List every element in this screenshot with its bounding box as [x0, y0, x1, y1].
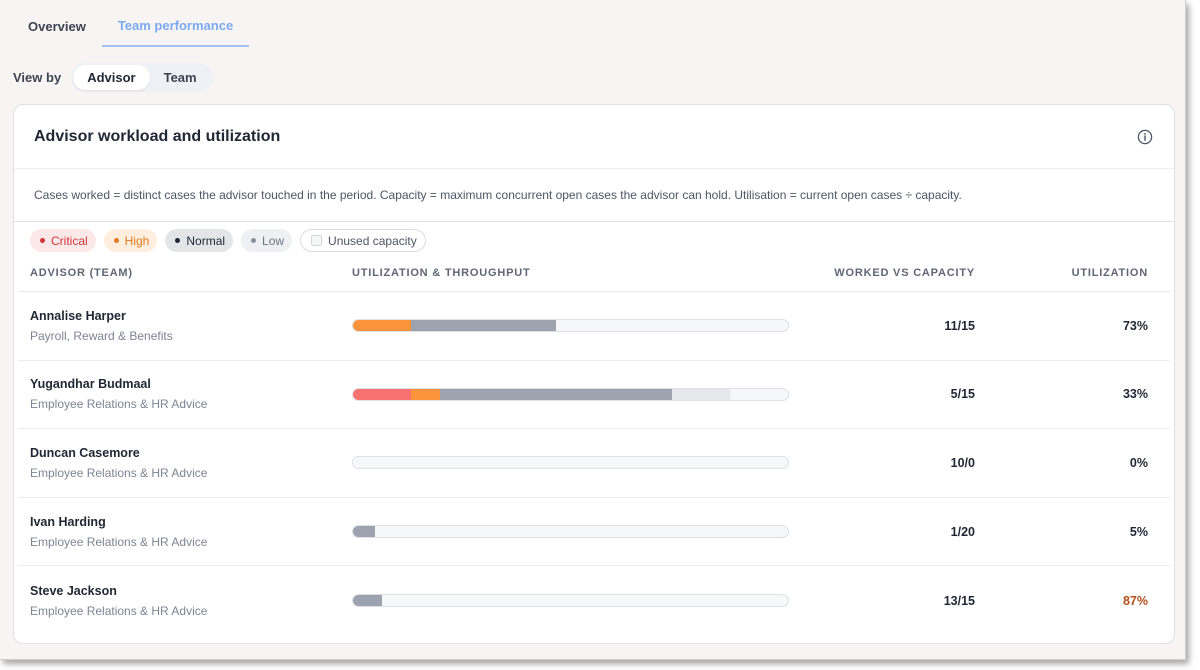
- util-cell: 5%: [975, 523, 1160, 541]
- advisor-cell: Ivan Harding Employee Relations & HR Adv…: [18, 515, 340, 549]
- table-header: ADVISOR (TEAM) UTILIZATION & THROUGHPUT …: [18, 254, 1170, 292]
- legend-critical-chip[interactable]: Critical: [30, 229, 96, 252]
- header-advisor[interactable]: ADVISOR (TEAM): [18, 267, 340, 279]
- utilization-bar[interactable]: [352, 456, 789, 470]
- util-cell: 33%: [975, 385, 1160, 403]
- util-cell: 87%: [975, 592, 1160, 610]
- legend-critical-label: Critical: [51, 233, 88, 248]
- header-utilization[interactable]: UTILIZATION: [975, 267, 1160, 279]
- bar-segment-critical: [353, 388, 411, 400]
- view-by-advisor-button[interactable]: Advisor: [73, 65, 150, 90]
- worked-vs-capacity-value: 1/20: [950, 524, 975, 539]
- legend-low-label: Low: [262, 233, 285, 248]
- advisor-cell: Yugandhar Budmaal Employee Relations & H…: [18, 377, 340, 411]
- legend-high-chip[interactable]: High: [103, 229, 158, 252]
- low-dot-icon: [251, 238, 257, 243]
- high-dot-icon: [113, 238, 119, 243]
- unused-square-icon: [311, 235, 323, 246]
- view-by-control: View by Advisor Team: [13, 63, 213, 92]
- worked-cell: 11/15: [780, 317, 975, 335]
- bar-segment-low: [671, 388, 730, 400]
- card-title: Advisor workload and utilization: [34, 127, 281, 145]
- bar-cell: [340, 387, 789, 401]
- header-utilization-throughput[interactable]: UTILIZATION & THROUGHPUT: [340, 267, 780, 279]
- legend-high-label: High: [124, 233, 150, 248]
- bar-segment-high: [410, 388, 440, 400]
- advisor-team: Employee Relations & HR Advice: [30, 397, 208, 412]
- bar-cell: [340, 525, 789, 539]
- advisor-name: Yugandhar Budmaal: [30, 377, 151, 392]
- worked-vs-capacity-value: 10/0: [950, 455, 975, 470]
- bar-segment-normal: [439, 388, 672, 400]
- advisor-team: Employee Relations & HR Advice: [30, 465, 208, 480]
- worked-cell: 5/15: [780, 385, 975, 403]
- worked-cell: 13/15: [780, 592, 975, 610]
- legend-unused-chip[interactable]: Unused capacity: [300, 229, 426, 252]
- critical-dot-icon: [40, 238, 45, 243]
- legend: Critical High Normal Low Unused capacity: [14, 222, 1174, 254]
- advisor-name: Annalise Harper: [30, 308, 126, 323]
- card-description: Cases worked = distinct cases the adviso…: [14, 169, 1174, 222]
- bar-segment-normal: [353, 526, 375, 538]
- util-cell: 0%: [975, 454, 1160, 472]
- utilization-value: 87%: [1122, 593, 1148, 608]
- worked-cell: 10/0: [780, 454, 975, 472]
- tab-bar: Overview Team performance: [12, 6, 250, 47]
- table-body: Annalise Harper Payroll, Reward & Benefi…: [18, 292, 1170, 635]
- worked-vs-capacity-value: 5/15: [950, 387, 975, 402]
- table-row[interactable]: Yugandhar Budmaal Employee Relations & H…: [18, 361, 1170, 430]
- advisor-name: Steve Jackson: [30, 583, 117, 598]
- advisor-cell: Steve Jackson Employee Relations & HR Ad…: [18, 584, 340, 618]
- utilization-value: 0%: [1129, 455, 1148, 470]
- legend-low-chip[interactable]: Low: [241, 229, 293, 252]
- info-icon[interactable]: [1137, 129, 1153, 145]
- legend-normal-chip[interactable]: Normal: [165, 229, 234, 252]
- view-by-toggle: Advisor Team: [71, 63, 213, 92]
- util-cell: 73%: [975, 317, 1160, 335]
- advisor-team: Employee Relations & HR Advice: [30, 603, 208, 618]
- table-row[interactable]: Annalise Harper Payroll, Reward & Benefi…: [18, 292, 1170, 361]
- bar-cell: [340, 319, 789, 333]
- utilization-bar[interactable]: [352, 594, 789, 608]
- card-header: Advisor workload and utilization: [14, 105, 1174, 169]
- utilization-value: 73%: [1122, 318, 1148, 333]
- advisor-cell: Annalise Harper Payroll, Reward & Benefi…: [18, 309, 340, 343]
- advisor-table: ADVISOR (TEAM) UTILIZATION & THROUGHPUT …: [18, 254, 1170, 635]
- table-row[interactable]: Duncan Casemore Employee Relations & HR …: [18, 429, 1170, 498]
- bar-segment-normal: [410, 320, 556, 332]
- header-worked-vs-capacity[interactable]: WORKED VS CAPACITY: [780, 267, 975, 279]
- table-row[interactable]: Ivan Harding Employee Relations & HR Adv…: [18, 498, 1170, 567]
- advisor-workload-card: Advisor workload and utilization Cases w…: [13, 104, 1175, 644]
- normal-dot-icon: [175, 238, 181, 243]
- tab-team-performance[interactable]: Team performance: [101, 6, 250, 47]
- worked-cell: 1/20: [780, 523, 975, 541]
- view-by-label: View by: [13, 70, 62, 85]
- tab-overview[interactable]: Overview: [12, 6, 102, 47]
- utilization-value: 33%: [1122, 387, 1148, 402]
- legend-unused-label: Unused capacity: [328, 233, 417, 248]
- bar-segment-high: [353, 320, 411, 332]
- view-by-team-button[interactable]: Team: [150, 65, 211, 90]
- bar-segment-normal: [353, 595, 383, 607]
- bar-cell: [340, 594, 789, 608]
- advisor-name: Ivan Harding: [30, 514, 106, 529]
- utilization-bar[interactable]: [352, 525, 789, 539]
- legend-normal-label: Normal: [186, 233, 226, 248]
- bar-cell: [340, 456, 789, 470]
- utilization-bar[interactable]: [352, 319, 789, 333]
- utilization-value: 5%: [1129, 524, 1148, 539]
- advisor-name: Duncan Casemore: [30, 445, 140, 460]
- worked-vs-capacity-value: 13/15: [943, 593, 975, 608]
- table-row[interactable]: Steve Jackson Employee Relations & HR Ad…: [18, 566, 1170, 635]
- advisor-team: Employee Relations & HR Advice: [30, 534, 208, 549]
- app-frame: Overview Team performance View by Adviso…: [0, 0, 1186, 660]
- utilization-bar[interactable]: [352, 387, 789, 401]
- worked-vs-capacity-value: 11/15: [944, 318, 975, 333]
- advisor-cell: Duncan Casemore Employee Relations & HR …: [18, 446, 340, 480]
- advisor-team: Payroll, Reward & Benefits: [30, 328, 173, 343]
